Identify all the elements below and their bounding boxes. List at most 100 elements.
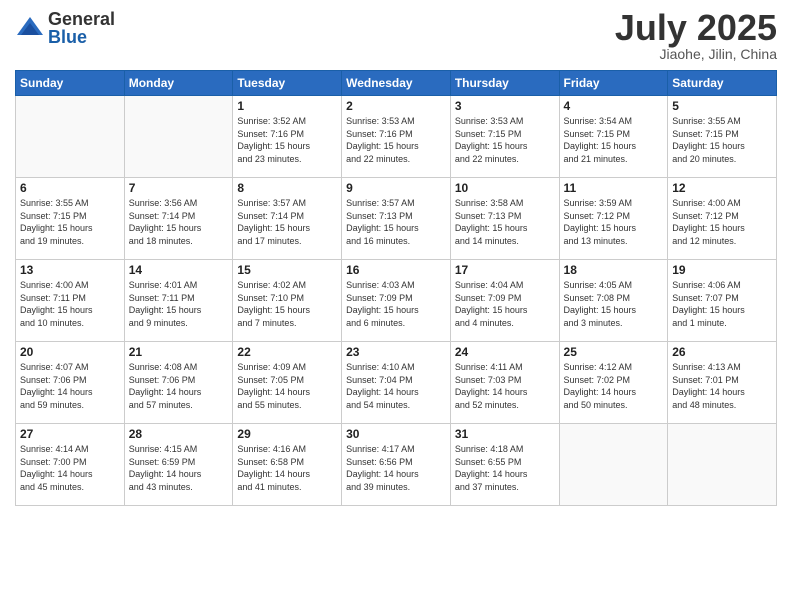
- col-monday: Monday: [124, 71, 233, 96]
- day-info: Sunrise: 3:56 AM Sunset: 7:14 PM Dayligh…: [129, 197, 229, 247]
- day-info: Sunrise: 4:12 AM Sunset: 7:02 PM Dayligh…: [564, 361, 664, 411]
- day-info: Sunrise: 3:54 AM Sunset: 7:15 PM Dayligh…: [564, 115, 664, 165]
- calendar-header: Sunday Monday Tuesday Wednesday Thursday…: [16, 71, 777, 96]
- month-title: July 2025: [615, 10, 777, 46]
- day-number: 6: [20, 181, 120, 195]
- day-info: Sunrise: 3:52 AM Sunset: 7:16 PM Dayligh…: [237, 115, 337, 165]
- day-info: Sunrise: 4:15 AM Sunset: 6:59 PM Dayligh…: [129, 443, 229, 493]
- calendar-week-3: 13 Sunrise: 4:00 AM Sunset: 7:11 PM Dayli…: [16, 260, 777, 342]
- day-info: Sunrise: 4:02 AM Sunset: 7:10 PM Dayligh…: [237, 279, 337, 329]
- calendar-cell: 7 Sunrise: 3:56 AM Sunset: 7:14 PM Daylig…: [124, 178, 233, 260]
- day-info: Sunrise: 4:00 AM Sunset: 7:12 PM Dayligh…: [672, 197, 772, 247]
- day-number: 18: [564, 263, 664, 277]
- day-number: 30: [346, 427, 446, 441]
- calendar-cell: 25 Sunrise: 4:12 AM Sunset: 7:02 PM Dayli…: [559, 342, 668, 424]
- calendar-cell: 31 Sunrise: 4:18 AM Sunset: 6:55 PM Dayli…: [450, 424, 559, 506]
- calendar-cell: 13 Sunrise: 4:00 AM Sunset: 7:11 PM Dayli…: [16, 260, 125, 342]
- day-info: Sunrise: 4:00 AM Sunset: 7:11 PM Dayligh…: [20, 279, 120, 329]
- day-number: 9: [346, 181, 446, 195]
- calendar-cell: 17 Sunrise: 4:04 AM Sunset: 7:09 PM Dayli…: [450, 260, 559, 342]
- calendar-table: Sunday Monday Tuesday Wednesday Thursday…: [15, 70, 777, 506]
- day-number: 13: [20, 263, 120, 277]
- calendar-cell: 20Sunrise: 4:07 AM Sunset: 7:06 PM Dayli…: [16, 342, 125, 424]
- col-friday: Friday: [559, 71, 668, 96]
- calendar-cell: 22 Sunrise: 4:09 AM Sunset: 7:05 PM Dayli…: [233, 342, 342, 424]
- calendar-cell: 30 Sunrise: 4:17 AM Sunset: 6:56 PM Dayli…: [342, 424, 451, 506]
- location: Jiaohe, Jilin, China: [615, 46, 777, 62]
- day-number: 21: [129, 345, 229, 359]
- calendar-cell: [16, 96, 125, 178]
- calendar-body: 1 Sunrise: 3:52 AM Sunset: 7:16 PM Daylig…: [16, 96, 777, 506]
- calendar-cell: 28Sunrise: 4:15 AM Sunset: 6:59 PM Dayli…: [124, 424, 233, 506]
- day-number: 31: [455, 427, 555, 441]
- calendar-cell: 9 Sunrise: 3:57 AM Sunset: 7:13 PM Daylig…: [342, 178, 451, 260]
- logo-blue: Blue: [48, 28, 115, 46]
- calendar-cell: 10Sunrise: 3:58 AM Sunset: 7:13 PM Dayli…: [450, 178, 559, 260]
- day-info: Sunrise: 4:10 AM Sunset: 7:04 PM Dayligh…: [346, 361, 446, 411]
- calendar-cell: 5Sunrise: 3:55 AM Sunset: 7:15 PM Daylig…: [668, 96, 777, 178]
- calendar-cell: 24Sunrise: 4:11 AM Sunset: 7:03 PM Dayli…: [450, 342, 559, 424]
- day-info: Sunrise: 4:09 AM Sunset: 7:05 PM Dayligh…: [237, 361, 337, 411]
- day-number: 27: [20, 427, 120, 441]
- day-info: Sunrise: 3:53 AM Sunset: 7:16 PM Dayligh…: [346, 115, 446, 165]
- col-thursday: Thursday: [450, 71, 559, 96]
- day-number: 26: [672, 345, 772, 359]
- day-info: Sunrise: 4:03 AM Sunset: 7:09 PM Dayligh…: [346, 279, 446, 329]
- day-number: 16: [346, 263, 446, 277]
- day-number: 25: [564, 345, 664, 359]
- calendar-cell: 6 Sunrise: 3:55 AM Sunset: 7:15 PM Daylig…: [16, 178, 125, 260]
- col-wednesday: Wednesday: [342, 71, 451, 96]
- day-info: Sunrise: 4:17 AM Sunset: 6:56 PM Dayligh…: [346, 443, 446, 493]
- day-info: Sunrise: 4:16 AM Sunset: 6:58 PM Dayligh…: [237, 443, 337, 493]
- calendar-cell: 8Sunrise: 3:57 AM Sunset: 7:14 PM Daylig…: [233, 178, 342, 260]
- day-info: Sunrise: 4:18 AM Sunset: 6:55 PM Dayligh…: [455, 443, 555, 493]
- calendar-week-1: 1 Sunrise: 3:52 AM Sunset: 7:16 PM Daylig…: [16, 96, 777, 178]
- day-info: Sunrise: 3:57 AM Sunset: 7:13 PM Dayligh…: [346, 197, 446, 247]
- calendar-cell: 27Sunrise: 4:14 AM Sunset: 7:00 PM Dayli…: [16, 424, 125, 506]
- day-info: Sunrise: 3:55 AM Sunset: 7:15 PM Dayligh…: [20, 197, 120, 247]
- day-number: 7: [129, 181, 229, 195]
- calendar-cell: 23 Sunrise: 4:10 AM Sunset: 7:04 PM Dayli…: [342, 342, 451, 424]
- day-info: Sunrise: 4:05 AM Sunset: 7:08 PM Dayligh…: [564, 279, 664, 329]
- day-number: 5: [672, 99, 772, 113]
- calendar-cell: 26Sunrise: 4:13 AM Sunset: 7:01 PM Dayli…: [668, 342, 777, 424]
- day-number: 24: [455, 345, 555, 359]
- calendar-cell: 2Sunrise: 3:53 AM Sunset: 7:16 PM Daylig…: [342, 96, 451, 178]
- day-number: 10: [455, 181, 555, 195]
- col-saturday: Saturday: [668, 71, 777, 96]
- day-number: 23: [346, 345, 446, 359]
- calendar-cell: 15 Sunrise: 4:02 AM Sunset: 7:10 PM Dayli…: [233, 260, 342, 342]
- day-number: 17: [455, 263, 555, 277]
- day-number: 20: [20, 345, 120, 359]
- day-number: 15: [237, 263, 337, 277]
- page: General Blue July 2025 Jiaohe, Jilin, Ch…: [0, 0, 792, 612]
- calendar-cell: 18 Sunrise: 4:05 AM Sunset: 7:08 PM Dayli…: [559, 260, 668, 342]
- header-row: Sunday Monday Tuesday Wednesday Thursday…: [16, 71, 777, 96]
- day-number: 3: [455, 99, 555, 113]
- logo-icon: [15, 13, 45, 43]
- title-section: July 2025 Jiaohe, Jilin, China: [615, 10, 777, 62]
- logo: General Blue: [15, 10, 115, 46]
- day-number: 1: [237, 99, 337, 113]
- day-info: Sunrise: 3:59 AM Sunset: 7:12 PM Dayligh…: [564, 197, 664, 247]
- day-number: 4: [564, 99, 664, 113]
- calendar-week-5: 27Sunrise: 4:14 AM Sunset: 7:00 PM Dayli…: [16, 424, 777, 506]
- calendar-week-4: 20Sunrise: 4:07 AM Sunset: 7:06 PM Dayli…: [16, 342, 777, 424]
- calendar-cell: [668, 424, 777, 506]
- calendar-cell: 12Sunrise: 4:00 AM Sunset: 7:12 PM Dayli…: [668, 178, 777, 260]
- calendar-cell: 1 Sunrise: 3:52 AM Sunset: 7:16 PM Daylig…: [233, 96, 342, 178]
- day-info: Sunrise: 4:06 AM Sunset: 7:07 PM Dayligh…: [672, 279, 772, 329]
- calendar-cell: 16 Sunrise: 4:03 AM Sunset: 7:09 PM Dayli…: [342, 260, 451, 342]
- day-info: Sunrise: 4:04 AM Sunset: 7:09 PM Dayligh…: [455, 279, 555, 329]
- day-info: Sunrise: 4:01 AM Sunset: 7:11 PM Dayligh…: [129, 279, 229, 329]
- calendar-cell: [124, 96, 233, 178]
- calendar-cell: 3Sunrise: 3:53 AM Sunset: 7:15 PM Daylig…: [450, 96, 559, 178]
- calendar-cell: 19Sunrise: 4:06 AM Sunset: 7:07 PM Dayli…: [668, 260, 777, 342]
- day-number: 29: [237, 427, 337, 441]
- day-number: 14: [129, 263, 229, 277]
- col-sunday: Sunday: [16, 71, 125, 96]
- logo-text: General Blue: [48, 10, 115, 46]
- logo-general: General: [48, 10, 115, 28]
- calendar-cell: 21Sunrise: 4:08 AM Sunset: 7:06 PM Dayli…: [124, 342, 233, 424]
- day-number: 22: [237, 345, 337, 359]
